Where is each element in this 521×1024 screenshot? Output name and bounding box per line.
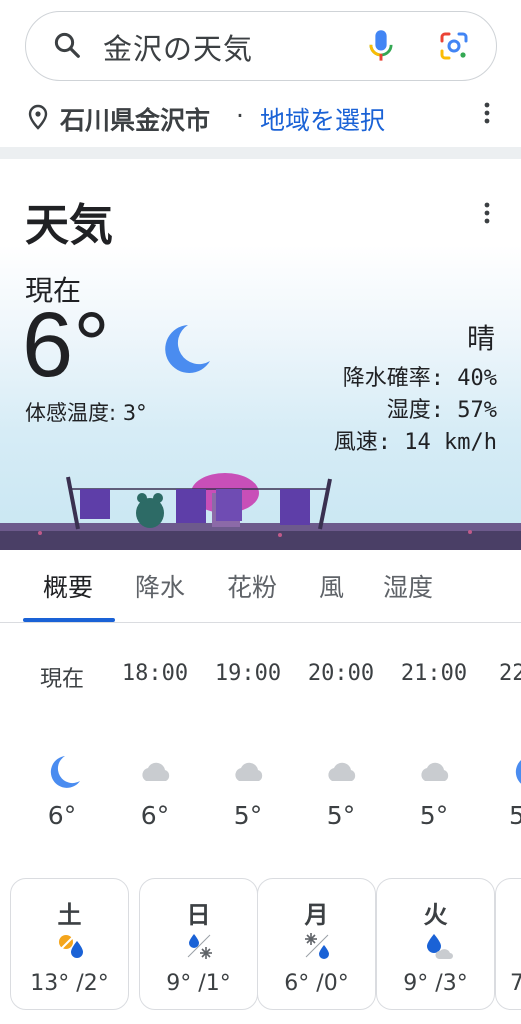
card-more-options-icon[interactable] bbox=[477, 199, 497, 227]
weather-illustration bbox=[0, 473, 521, 550]
search-input[interactable]: 金沢の天気 bbox=[103, 26, 253, 68]
search-icon[interactable] bbox=[52, 30, 82, 60]
camera-search-icon[interactable] bbox=[438, 30, 470, 62]
mic-icon[interactable] bbox=[367, 28, 395, 64]
rain-cloud-icon bbox=[427, 934, 453, 959]
active-tab-indicator bbox=[23, 618, 115, 622]
day-name: 火 bbox=[423, 901, 448, 929]
hour-time: 現在 bbox=[39, 667, 84, 692]
hourly-item: 22 5 bbox=[481, 623, 521, 873]
hourly-forecast[interactable]: 現在 6° 18:00 6° 19:00 5° 20:00 5° 21:00 5… bbox=[0, 623, 521, 873]
day-card[interactable]: 土 13° /2° bbox=[10, 878, 129, 1010]
hour-time: 22 bbox=[499, 661, 521, 686]
hourly-item: 18:00 6° bbox=[109, 623, 201, 873]
location-row: 石川県金沢市 · 地域を選択 bbox=[0, 95, 521, 147]
sun-rain-icon bbox=[58, 934, 83, 958]
day-card[interactable]: 火 9° /3° bbox=[376, 878, 495, 1010]
day-name: 土 bbox=[57, 901, 82, 929]
day-temps: 9° /1° bbox=[166, 971, 231, 996]
current-temperature: 6° bbox=[22, 294, 110, 396]
hourly-item: 現在 6° bbox=[16, 623, 108, 873]
hour-time: 18:00 bbox=[121, 661, 189, 686]
moon-icon bbox=[165, 325, 210, 373]
search-header: 金沢の天気 bbox=[0, 0, 521, 95]
cloud-icon bbox=[235, 762, 263, 781]
cloud-icon bbox=[142, 762, 170, 781]
daily-forecast[interactable]: 土 13° /2° 日 9° /1° 月 6° /0° 火 9° /3° 7 bbox=[0, 873, 521, 1024]
search-box[interactable] bbox=[25, 11, 497, 81]
weather-tabs: 概要 降水 花粉 風 湿度 bbox=[0, 550, 521, 623]
day-name: 月 bbox=[304, 901, 329, 929]
hour-temp: 6° bbox=[140, 801, 170, 830]
cloud-icon bbox=[421, 762, 449, 781]
tab-wind[interactable]: 風 bbox=[319, 568, 344, 604]
hour-temp: 5° bbox=[419, 801, 449, 830]
hour-temp: 5° bbox=[326, 801, 356, 830]
day-temps: 7 bbox=[510, 971, 521, 996]
humidity-value: 湿度: 57% bbox=[386, 398, 497, 423]
hour-temp: 5° bbox=[233, 801, 263, 830]
more-options-icon[interactable] bbox=[477, 99, 497, 127]
weather-condition: 晴 bbox=[466, 322, 495, 355]
tab-humidity[interactable]: 湿度 bbox=[383, 568, 433, 604]
hour-temp: 5 bbox=[509, 801, 521, 830]
card-title: 天気 bbox=[25, 200, 113, 251]
rain-snow-icon bbox=[187, 934, 212, 959]
day-temps: 13° /2° bbox=[30, 971, 109, 996]
tab-precipitation[interactable]: 降水 bbox=[135, 568, 185, 604]
hourly-item: 19:00 5° bbox=[202, 623, 294, 873]
snow-rain-icon bbox=[305, 933, 329, 959]
hourly-item: 21:00 5° bbox=[388, 623, 480, 873]
feels-like: 体感温度: 3° bbox=[25, 401, 147, 425]
cloud-icon bbox=[328, 762, 356, 781]
moon-icon bbox=[515, 760, 521, 784]
day-card[interactable]: 月 6° /0° bbox=[257, 878, 376, 1010]
moon-icon bbox=[50, 756, 80, 788]
day-card[interactable]: 日 9° /1° bbox=[139, 878, 258, 1010]
hour-time: 19:00 bbox=[214, 661, 282, 686]
location-pin-icon bbox=[28, 104, 48, 130]
day-temps: 9° /3° bbox=[403, 971, 468, 996]
precipitation-chance: 降水確率: 40% bbox=[342, 366, 497, 391]
hour-temp: 6° bbox=[47, 801, 77, 830]
day-temps: 6° /0° bbox=[284, 971, 349, 996]
hour-time: 21:00 bbox=[400, 661, 468, 686]
tab-pollen[interactable]: 花粉 bbox=[227, 568, 277, 604]
weather-card: 天気 現在 6° 体感温度: 3° 晴 降水確率: 40% 湿度: 57% 風速… bbox=[0, 159, 521, 550]
hour-time: 20:00 bbox=[307, 661, 375, 686]
day-name: 日 bbox=[186, 901, 211, 929]
location-separator: · bbox=[236, 101, 244, 130]
tab-overview[interactable]: 概要 bbox=[43, 568, 93, 604]
select-region-link[interactable]: 地域を選択 bbox=[260, 101, 385, 137]
section-divider bbox=[0, 147, 521, 159]
day-card[interactable]: 7 bbox=[495, 878, 521, 1010]
hourly-item: 20:00 5° bbox=[295, 623, 387, 873]
location-city: 石川県金沢市 bbox=[60, 106, 211, 135]
